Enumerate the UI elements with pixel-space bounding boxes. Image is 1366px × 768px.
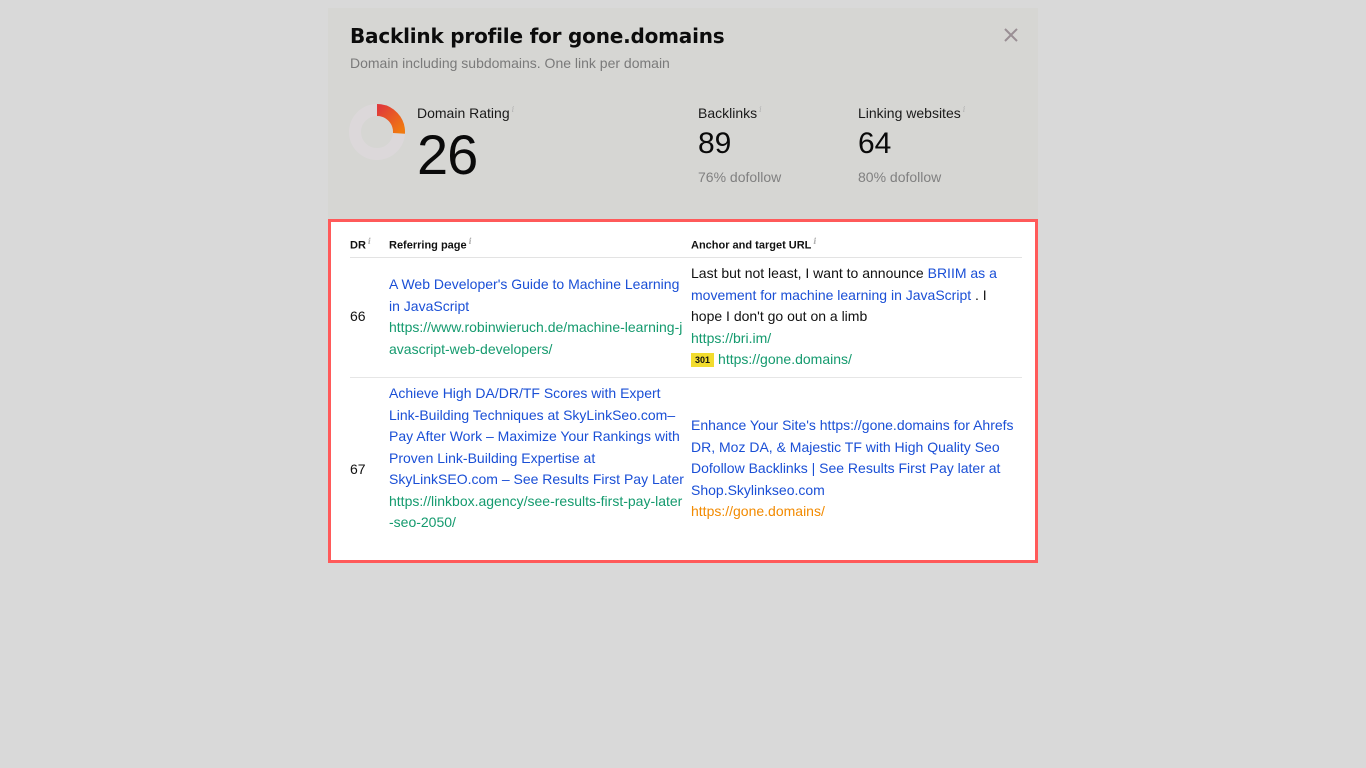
domain-rating-label: Domain Rating bbox=[417, 105, 510, 121]
backlinks-label: Backlinks bbox=[698, 105, 758, 121]
referring-page-title-link[interactable]: Achieve High DA/DR/TF Scores with Expert… bbox=[389, 383, 684, 491]
info-icon[interactable]: i bbox=[512, 105, 515, 114]
anchor-context-before: Last but not least, I want to announce bbox=[691, 265, 928, 281]
anchor-link[interactable]: Enhance Your Site's https://gone.domains… bbox=[691, 417, 1014, 498]
table-row: 67 Achieve High DA/DR/TF Scores with Exp… bbox=[350, 378, 1022, 561]
backlinks-value: 89 bbox=[698, 127, 732, 160]
table-header: DR i Referring page i Anchor and target UR… bbox=[350, 233, 1022, 258]
backlinks-metric: Backlinks i 89 76% dofollow bbox=[698, 105, 781, 185]
dr-value: 67 bbox=[350, 461, 366, 477]
info-icon[interactable]: i bbox=[759, 105, 762, 114]
referring-page-title-link[interactable]: A Web Developer's Guide to Machine Learn… bbox=[389, 274, 684, 317]
linking-websites-dofollow: 80% dofollow bbox=[858, 169, 942, 185]
linking-websites-metric: Linking websites i 64 80% dofollow bbox=[858, 105, 965, 185]
column-header-dr[interactable]: DR bbox=[350, 240, 366, 252]
dr-value: 66 bbox=[350, 308, 366, 324]
target-url-link[interactable]: https://gone.domains/ bbox=[718, 351, 852, 367]
modal-subtitle: Domain including subdomains. One link pe… bbox=[350, 55, 670, 71]
backlinks-table: DR i Referring page i Anchor and target UR… bbox=[328, 219, 1038, 563]
referring-page-cell: A Web Developer's Guide to Machine Learn… bbox=[389, 274, 684, 360]
info-icon[interactable]: i bbox=[813, 236, 816, 246]
linking-websites-value: 64 bbox=[858, 127, 892, 160]
info-icon[interactable]: i bbox=[469, 236, 472, 246]
domain-rating-gauge bbox=[349, 104, 405, 160]
info-icon[interactable]: i bbox=[368, 236, 371, 246]
info-icon[interactable]: i bbox=[963, 105, 966, 114]
backlink-profile-modal: Backlink profile for gone.domains Domain… bbox=[328, 8, 1038, 563]
referring-page-url-link[interactable]: https://www.robinwieruch.de/machine-lear… bbox=[389, 317, 684, 360]
gauge-fill bbox=[376, 104, 405, 134]
close-icon bbox=[1004, 28, 1018, 42]
redirect-badge: 301 bbox=[691, 353, 715, 367]
modal-title: Backlink profile for gone.domains bbox=[350, 24, 725, 48]
target-url-link[interactable]: https://gone.domains/ bbox=[691, 501, 1021, 523]
linking-websites-label: Linking websites bbox=[858, 105, 961, 121]
table-row: 66 A Web Developer's Guide to Machine Le… bbox=[350, 258, 1022, 378]
anchor-cell: Enhance Your Site's https://gone.domains… bbox=[691, 415, 1021, 523]
link-url[interactable]: https://bri.im/ bbox=[691, 328, 1021, 350]
redirect-line: 301 https://gone.domains/ bbox=[691, 349, 1021, 371]
column-header-anchor[interactable]: Anchor and target URL bbox=[691, 240, 811, 252]
referring-page-url-link[interactable]: https://linkbox.agency/see-results-first… bbox=[389, 491, 684, 534]
close-button[interactable] bbox=[1000, 24, 1022, 46]
backlinks-dofollow: 76% dofollow bbox=[698, 169, 782, 185]
domain-rating-value: 26 bbox=[417, 123, 478, 186]
referring-page-cell: Achieve High DA/DR/TF Scores with Expert… bbox=[389, 383, 684, 534]
column-header-referring-page[interactable]: Referring page bbox=[389, 240, 467, 252]
anchor-cell: Last but not least, I want to announce B… bbox=[691, 263, 1021, 371]
